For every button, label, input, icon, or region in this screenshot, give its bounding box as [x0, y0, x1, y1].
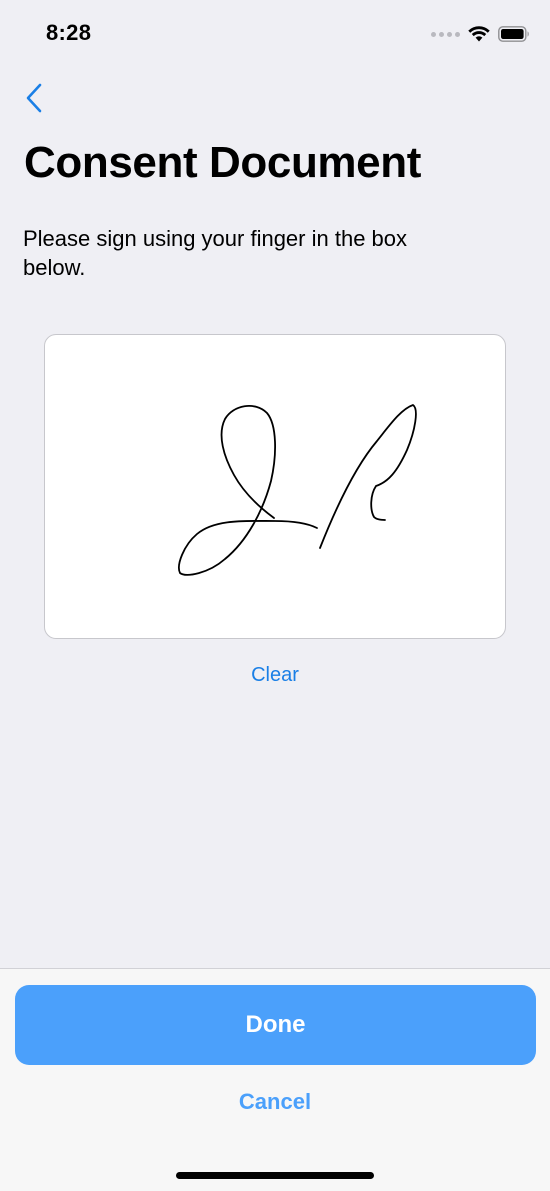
signal-dots-icon [431, 31, 460, 37]
status-icons [431, 22, 530, 46]
page-title: Consent Document [24, 138, 421, 187]
clear-signature-button[interactable]: Clear [0, 664, 550, 687]
battery-icon [498, 26, 530, 42]
signature-instructions: Please sign using your finger in the box… [23, 226, 408, 280]
wifi-icon [468, 26, 490, 42]
back-button[interactable] [18, 80, 50, 116]
home-indicator[interactable] [176, 1172, 374, 1179]
status-bar: 8:28 [0, 0, 550, 70]
chevron-left-icon [26, 83, 42, 113]
signature-pad[interactable] [44, 334, 506, 639]
signature-drawing [178, 404, 417, 576]
consent-signature-screen: 8:28 Consent Document Please sign using … [0, 0, 550, 1191]
done-button[interactable]: Done [15, 985, 536, 1065]
cancel-button[interactable]: Cancel [0, 1089, 550, 1115]
footer-bar: Done Cancel [0, 968, 550, 1191]
status-time: 8:28 [46, 20, 92, 45]
